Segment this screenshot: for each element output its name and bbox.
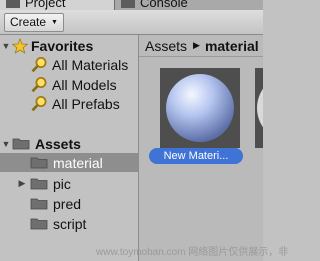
folder-item-label: pic: [53, 175, 71, 192]
asset-content-panel: Assets ▶ material New Materi...: [139, 35, 263, 261]
favorites-header[interactable]: ▼ Favorites: [0, 36, 93, 55]
material-thumbnail[interactable]: [160, 68, 240, 148]
folder-icon: [30, 198, 48, 210]
project-tab-icon: [6, 0, 20, 8]
material-sphere-icon: [166, 74, 234, 142]
folder-item-pic[interactable]: ▶ pic: [16, 174, 71, 193]
breadcrumb-root[interactable]: Assets: [145, 38, 187, 54]
folder-item-label: pred: [53, 195, 82, 212]
favorite-item-all-models[interactable]: All Models: [31, 75, 117, 94]
folder-icon: [30, 178, 48, 190]
breadcrumb-separator-icon: ▶: [193, 40, 200, 50]
folder-item-pred[interactable]: pred: [30, 194, 81, 213]
breadcrumb-current[interactable]: material: [205, 38, 259, 54]
tab-console-label: Console: [140, 0, 188, 10]
project-tree-panel: ▼ Favorites All Materials All Models All…: [0, 35, 138, 261]
folder-icon: [30, 157, 48, 169]
star-icon: [12, 37, 28, 54]
tab-project-label: Project: [25, 0, 66, 10]
folder-icon: [12, 138, 30, 150]
search-icon: [31, 96, 47, 112]
assets-header[interactable]: ▼ Assets: [0, 134, 81, 153]
window-tab-bar: Project Console: [0, 0, 263, 10]
favorite-item-label: All Prefabs: [52, 95, 120, 112]
search-icon: [31, 57, 47, 73]
favorite-item-all-materials[interactable]: All Materials: [31, 55, 128, 74]
tab-project[interactable]: Project: [0, 0, 115, 10]
material-name-label[interactable]: New Materi...: [149, 148, 243, 164]
create-button-label: Create: [10, 15, 47, 29]
sphere-partial-icon: [257, 88, 263, 128]
favorite-item-label: All Models: [52, 76, 117, 93]
create-dropdown-button[interactable]: Create ▼: [4, 13, 64, 32]
folder-item-label: script: [53, 215, 87, 232]
expand-arrow-icon[interactable]: ▼: [0, 139, 12, 149]
project-toolbar: Create ▼: [0, 10, 263, 35]
console-tab-icon: [121, 0, 135, 8]
folder-item-label: material: [53, 154, 103, 171]
second-asset-thumbnail[interactable]: [255, 68, 263, 148]
favorite-item-all-prefabs[interactable]: All Prefabs: [31, 94, 120, 113]
favorite-item-label: All Materials: [52, 56, 129, 73]
tab-console[interactable]: Console: [115, 0, 263, 10]
folder-item-script[interactable]: script: [30, 214, 86, 233]
folder-icon: [30, 218, 48, 230]
folder-item-material[interactable]: material: [0, 153, 138, 172]
breadcrumb: Assets ▶ material: [139, 35, 263, 57]
search-icon: [31, 77, 47, 93]
favorites-label: Favorites: [31, 37, 94, 54]
collapse-arrow-icon[interactable]: ▶: [16, 178, 28, 189]
assets-label: Assets: [35, 135, 81, 152]
expand-arrow-icon[interactable]: ▼: [0, 41, 12, 51]
chevron-down-icon: ▼: [51, 19, 58, 26]
watermark-text: www.toymoban.com 网络图片仅供展示，非: [96, 247, 289, 258]
